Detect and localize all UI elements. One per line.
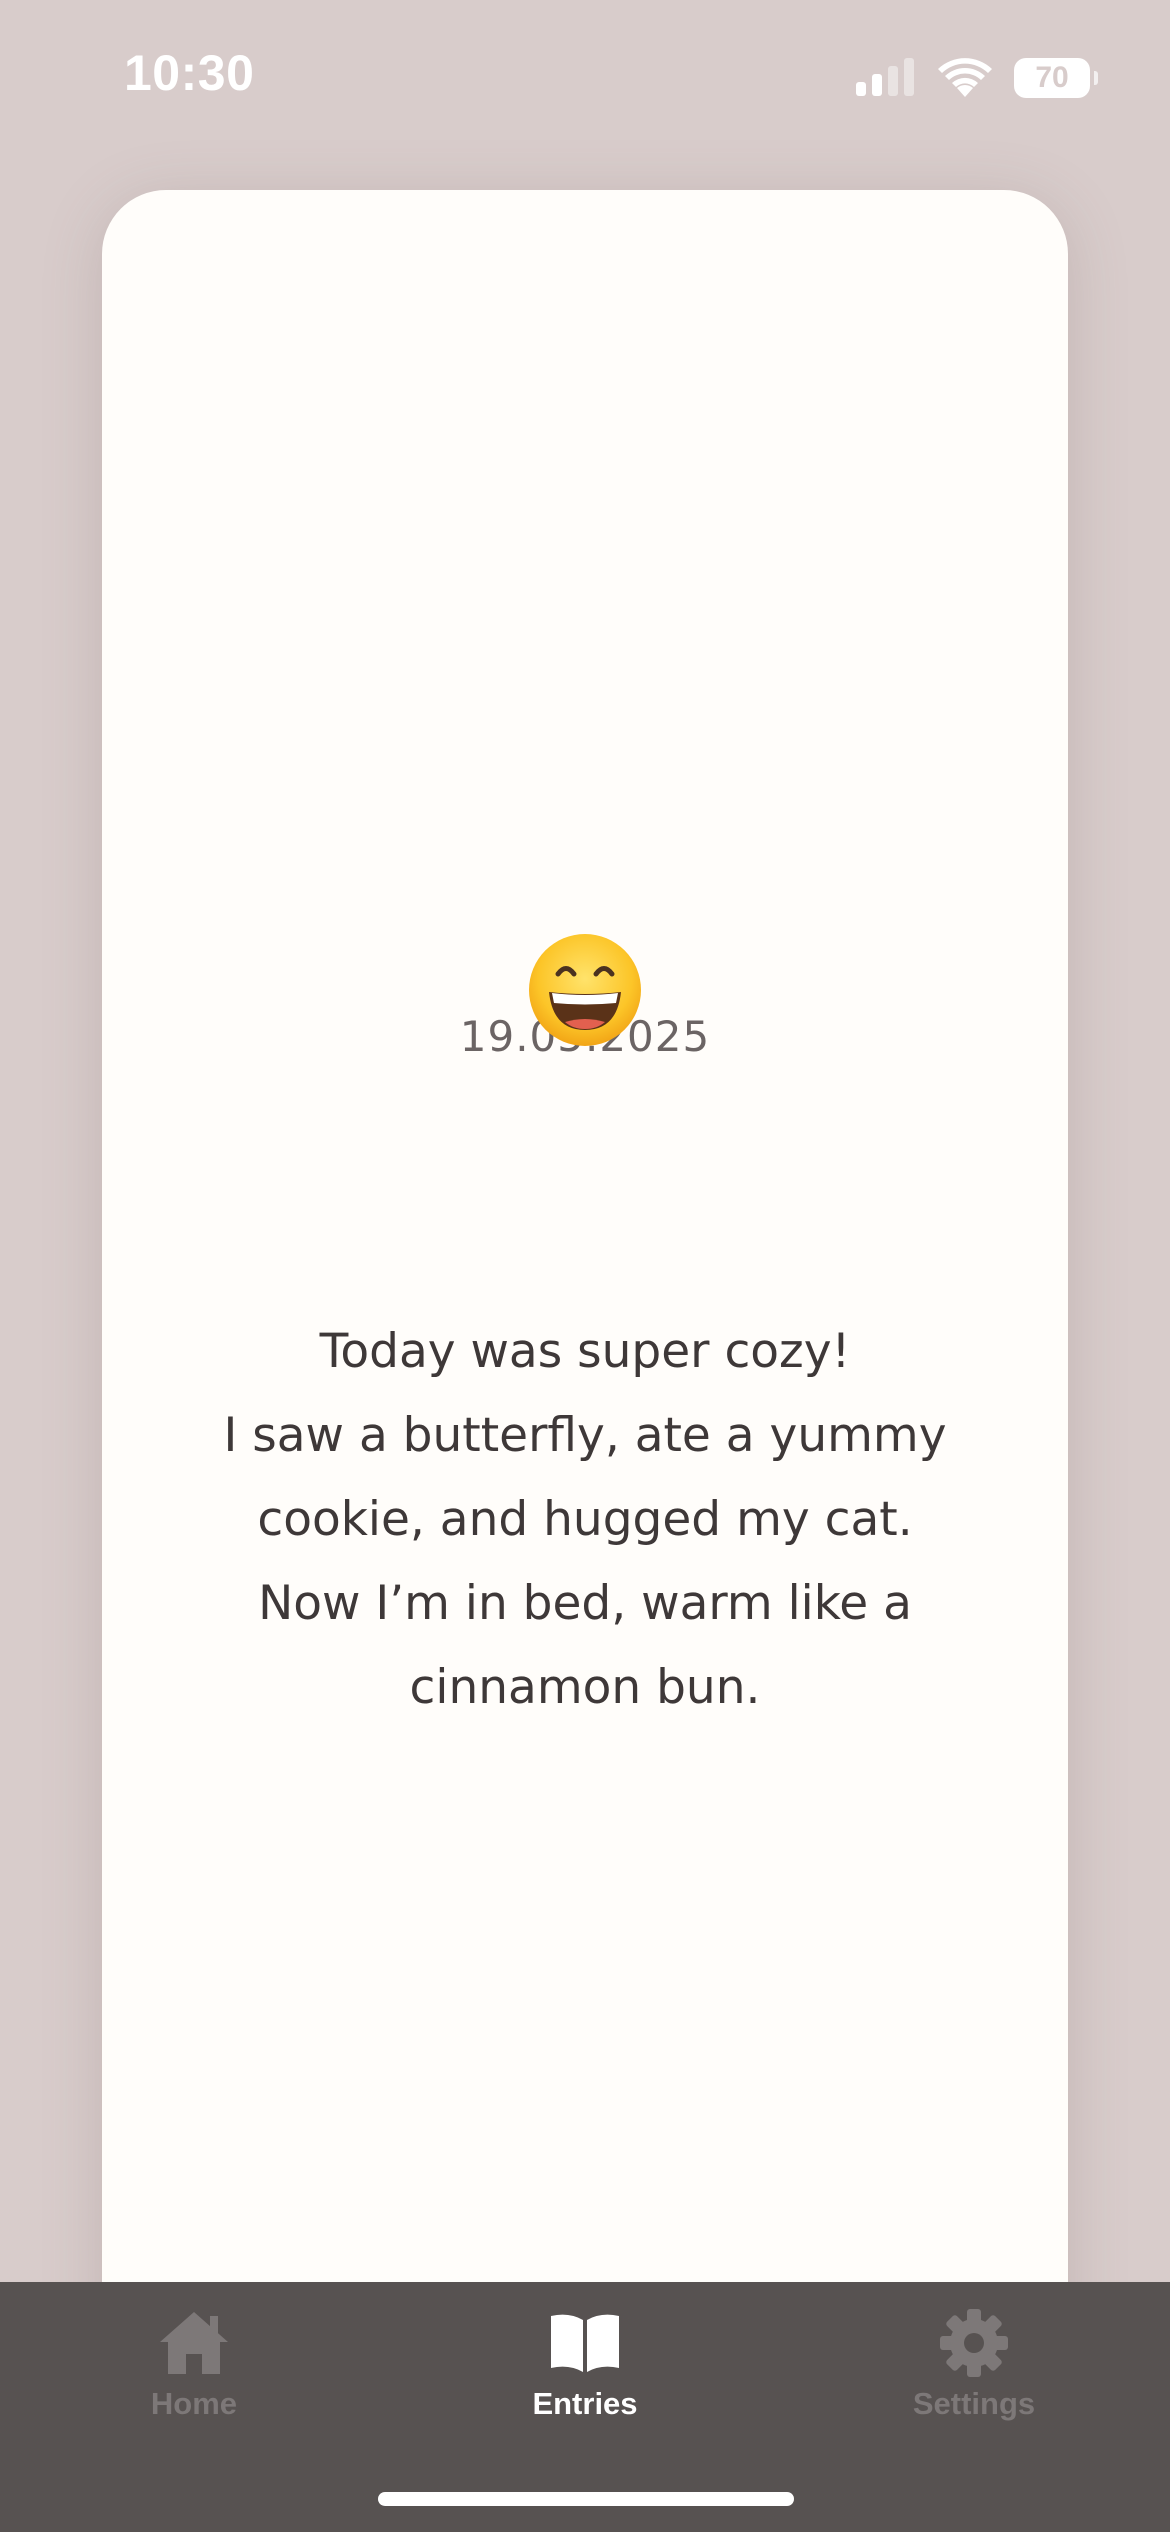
grinning-face-emoji-icon (529, 934, 641, 1046)
entry-card: 19.05.2025 Today was super cozy! I saw a… (102, 190, 1068, 2350)
status-icons: 70 (856, 56, 1098, 100)
status-time: 10:30 (124, 45, 255, 101)
home-icon (160, 2312, 228, 2374)
gear-icon (940, 2309, 1008, 2377)
tab-entries[interactable]: Entries (435, 2308, 735, 2438)
tab-home[interactable]: Home (44, 2308, 344, 2438)
home-indicator[interactable] (378, 2492, 794, 2506)
tab-home-label: Home (150, 2386, 238, 2421)
tab-entries-label: Entries (532, 2386, 638, 2421)
battery-level: 70 (1035, 61, 1069, 94)
entry-text: Today was super cozy! I saw a butterfly,… (223, 1324, 947, 1715)
tab-settings[interactable]: Settings (824, 2308, 1124, 2438)
tab-settings-label: Settings (912, 2386, 1036, 2421)
wifi-icon (938, 58, 992, 97)
battery-icon: 70 (1014, 58, 1098, 98)
book-icon (551, 2314, 619, 2372)
signal-icon (856, 58, 914, 96)
status-bar: 10:30 70 (0, 0, 1170, 150)
tab-bar: Home Entries Settings (0, 2282, 1170, 2532)
